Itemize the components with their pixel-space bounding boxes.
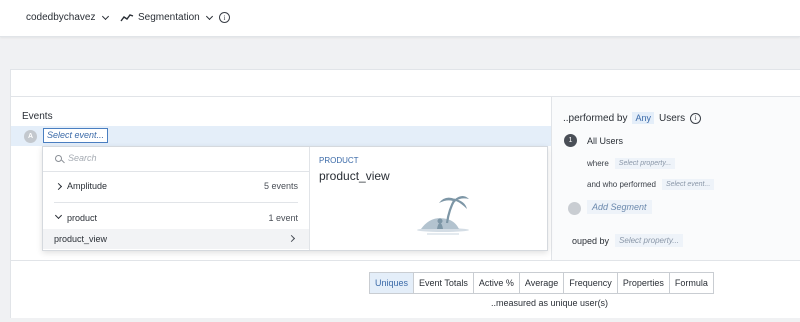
event-picker-dropdown: Amplitude 5 events product 1 event produ… xyxy=(42,146,548,251)
segment-badge: 1 xyxy=(564,134,577,147)
segment-name[interactable]: All Users xyxy=(587,136,623,146)
group-amplitude[interactable]: Amplitude 5 events xyxy=(43,177,309,195)
info-icon: i xyxy=(219,12,230,23)
who-performed-label: and who performed xyxy=(587,180,656,189)
users-label: Users xyxy=(659,112,686,124)
search-bar xyxy=(43,147,309,172)
chevron-down-icon xyxy=(205,12,213,20)
island-palm-tree-icon xyxy=(417,196,469,235)
grouped-by-row: ouped by Select property... xyxy=(572,234,683,247)
tab-formula[interactable]: Formula xyxy=(669,273,713,293)
select-event-button[interactable]: Select event... xyxy=(43,128,109,143)
add-segment-icon xyxy=(568,202,581,215)
chevron-down-icon xyxy=(101,12,109,20)
who-performed-row: and who performed Select event... xyxy=(587,179,715,190)
project-selector[interactable]: codedbychavez xyxy=(26,12,109,23)
segmentation-icon xyxy=(120,13,134,21)
chevron-right-icon xyxy=(287,234,296,243)
tab-event-totals[interactable]: Event Totals xyxy=(414,273,474,293)
tab-frequency[interactable]: Frequency xyxy=(564,273,618,293)
event-list-pane: Amplitude 5 events product 1 event produ… xyxy=(43,147,310,250)
search-icon xyxy=(55,155,62,162)
group-count: 5 events xyxy=(263,181,298,191)
group-name: product xyxy=(67,213,98,223)
events-title: Events xyxy=(22,111,53,122)
preview-event-name: product_view xyxy=(319,169,390,183)
add-segment-button[interactable]: Add Segment xyxy=(587,200,652,214)
select-property-chip[interactable]: Select property... xyxy=(614,158,676,169)
select-event-chip[interactable]: Select event... xyxy=(661,179,715,190)
chevron-down-icon xyxy=(54,211,63,220)
chart-type-label: Segmentation xyxy=(138,12,200,23)
group-product[interactable]: product 1 event xyxy=(43,209,309,227)
info-button[interactable]: i xyxy=(219,12,230,23)
chart-header-strip xyxy=(10,69,800,97)
measure-tabs: Uniques Event Totals Active % Average Fr… xyxy=(369,272,714,294)
where-label: where xyxy=(587,159,609,168)
tab-active-percent[interactable]: Active % xyxy=(473,273,520,293)
tab-properties[interactable]: Properties xyxy=(617,273,670,293)
search-input[interactable] xyxy=(68,153,288,163)
event-item-name: product_view xyxy=(54,234,108,244)
event-preview-pane: PRODUCT product_view xyxy=(311,147,547,250)
group-count: 1 event xyxy=(268,213,298,223)
event-badge: A xyxy=(24,130,37,143)
any-selector[interactable]: Any xyxy=(632,112,654,124)
performed-by-label: ..performed by xyxy=(563,112,628,124)
tab-uniques[interactable]: Uniques xyxy=(370,273,415,293)
measure-section: Uniques Event Totals Active % Average Fr… xyxy=(10,260,800,318)
chart-type-selector[interactable]: Segmentation xyxy=(120,12,213,23)
where-row: where Select property... xyxy=(587,158,676,169)
list-item[interactable]: product_view xyxy=(43,229,309,249)
info-icon[interactable]: i xyxy=(690,112,702,124)
segment-panel: ..performed by Any Users i 1 All Users w… xyxy=(552,97,800,261)
group-by-property-chip[interactable]: Select property... xyxy=(615,234,683,247)
divider xyxy=(54,202,298,203)
top-bar: codedbychavez Segmentation i xyxy=(0,0,800,37)
measure-caption: ..measured as unique user(s) xyxy=(491,298,609,308)
performed-by-row: ..performed by Any Users i xyxy=(563,112,702,124)
group-name: Amplitude xyxy=(67,181,108,191)
tab-average[interactable]: Average xyxy=(519,273,565,293)
preview-category: PRODUCT xyxy=(319,156,359,165)
grouped-by-label: ouped by xyxy=(572,235,610,246)
chevron-right-icon xyxy=(54,182,63,190)
project-name: codedbychavez xyxy=(26,12,96,23)
